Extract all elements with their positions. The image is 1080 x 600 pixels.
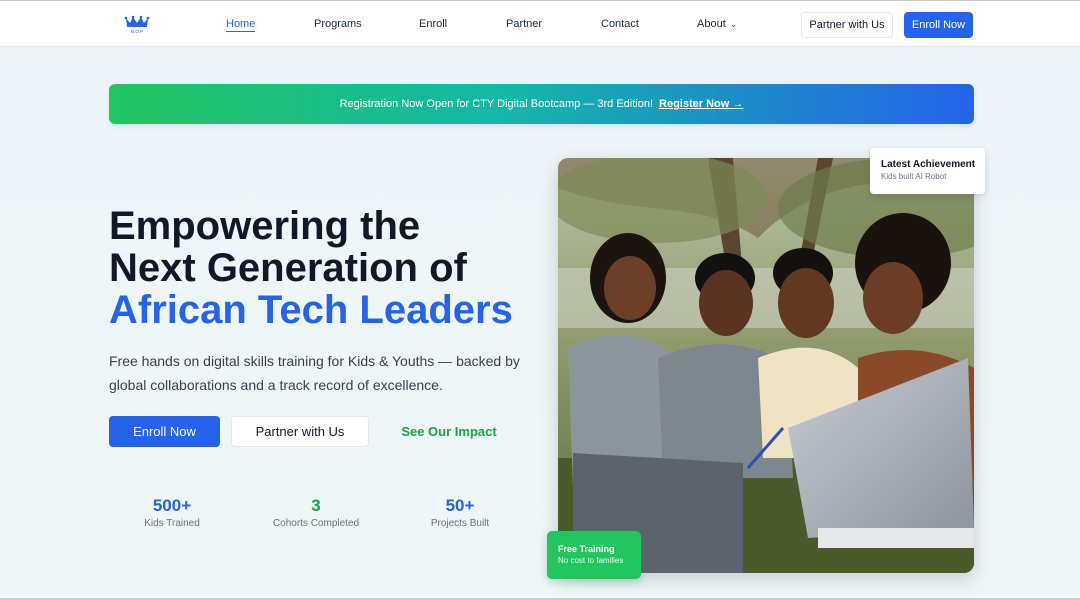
hero-title-accent: African Tech Leaders	[109, 288, 513, 332]
nav-link-programs[interactable]: Programs	[314, 18, 362, 30]
achievement-subtitle: Kids built AI Robot	[881, 172, 947, 181]
hero-title-line1: Empowering the	[109, 204, 421, 248]
nav-link-contact[interactable]: Contact	[601, 18, 639, 30]
hero-photo	[558, 158, 974, 573]
see-impact-link[interactable]: See Our Impact	[388, 416, 510, 447]
hero-enroll-button[interactable]: Enroll Now	[109, 416, 220, 447]
free-training-subtitle: No cost to families	[558, 556, 624, 565]
nav-enroll-button[interactable]: Enroll Now	[904, 12, 973, 38]
stat-value: 500+	[152, 496, 192, 515]
logo-crown-icon[interactable]: B.O.P	[124, 14, 150, 34]
chevron-down-icon: ⌄	[729, 19, 738, 29]
stat-value: 3	[311, 496, 321, 515]
achievement-card: Latest Achievement Kids built AI Robot	[870, 148, 985, 194]
top-nav: B.O.P Home Programs Enroll Partner Conta…	[0, 0, 1080, 47]
stat-kids-trained: 500+ Kids Trained	[107, 496, 237, 529]
hero-partner-button[interactable]: Partner with Us	[231, 416, 369, 447]
hero-title: Empowering the Next Generation of Africa…	[109, 205, 549, 331]
free-training-card: Free Training No cost to families	[547, 531, 641, 579]
stat-label: Projects Built	[430, 518, 490, 529]
banner-text: Registration Now Open for CTY Digital Bo…	[339, 98, 654, 110]
nav-partner-button[interactable]: Partner with Us	[801, 12, 893, 38]
nav-link-about-label: About	[697, 18, 726, 30]
svg-text:B.O.P: B.O.P	[131, 29, 143, 34]
register-now-link[interactable]: Register Now →	[659, 98, 743, 110]
stat-label: Kids Trained	[144, 518, 200, 529]
free-training-title: Free Training	[558, 544, 615, 554]
hero-title-line2: Next Generation of	[109, 246, 467, 290]
stat-label: Cohorts Completed	[272, 518, 360, 529]
stat-cohorts-completed: 3 Cohorts Completed	[251, 496, 381, 529]
nav-link-home[interactable]: Home	[226, 18, 256, 32]
stat-value: 50+	[445, 496, 475, 515]
stat-projects-built: 50+ Projects Built	[395, 496, 525, 529]
hero-subtitle: Free hands on digital skills training fo…	[109, 353, 520, 393]
achievement-title: Latest Achievement	[881, 159, 976, 170]
nav-link-enroll[interactable]: Enroll	[419, 18, 447, 30]
announcement-banner: Registration Now Open for CTY Digital Bo…	[109, 84, 974, 124]
nav-link-partner[interactable]: Partner	[506, 18, 542, 30]
nav-link-about[interactable]: About ⌄	[697, 18, 737, 30]
